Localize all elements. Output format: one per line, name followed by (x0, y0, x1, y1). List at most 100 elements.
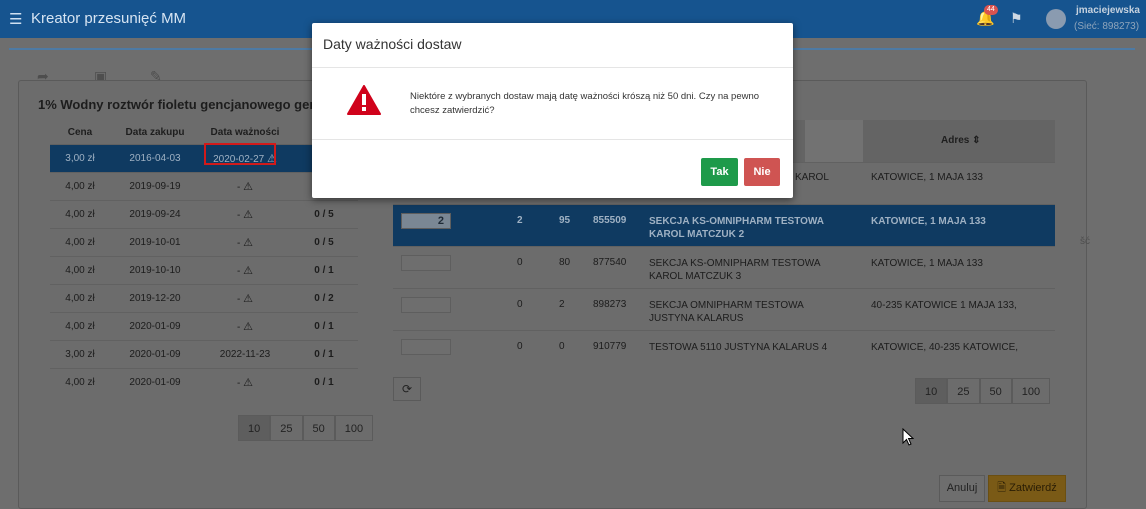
network-id: (Sieć: 898273) (1074, 21, 1140, 32)
cell-purchase-date: 2019-10-10 (129, 265, 181, 276)
column-header-purchase-date[interactable]: Data zakupu (110, 127, 200, 138)
divider (312, 67, 793, 68)
hamburger-menu-icon[interactable]: ☰ (9, 10, 22, 28)
cell-value: 0 (559, 341, 565, 352)
highlight-box (204, 143, 276, 165)
warning-triangle-icon: ⚠ (243, 321, 253, 333)
cell-price: 4,00 zł (65, 265, 95, 276)
cell-price: 4,00 zł (65, 237, 95, 248)
right-pagination: 10 25 50 100 (915, 378, 1051, 404)
cell-purchase-date: 2020-01-09 (129, 377, 181, 388)
hidden-button-label: šć (1080, 236, 1090, 247)
cell-price: 4,00 zł (65, 321, 95, 332)
cell-address: 40-235 KATOWICE 1 MAJA 133, (871, 300, 1017, 311)
column-header-address[interactable]: Adres ⇕ (941, 135, 981, 146)
page-size-25[interactable]: 25 (270, 415, 303, 441)
cell-value: 0 (517, 299, 523, 310)
divider (312, 139, 793, 140)
avatar[interactable] (1046, 9, 1066, 29)
cell-address: KATOWICE, 1 MAJA 133 (871, 258, 983, 269)
dialog-title: Daty ważności dostaw (323, 36, 462, 52)
cell-purchase-date: 2019-09-24 (129, 209, 181, 220)
cell-value: 0 (517, 341, 523, 352)
page-size-25[interactable]: 25 (947, 378, 980, 404)
flag-icon[interactable]: ⚑ (1010, 10, 1023, 27)
cell-value: 0 (517, 257, 523, 268)
cell-name: SEKCJA OMNIPHARM TESTOWA JUSTYNA KALARUS (649, 300, 804, 324)
quantity-input[interactable] (401, 339, 451, 355)
cell-expiry-date: 2020-02-27 ⚠ (200, 143, 290, 165)
page-size-100[interactable]: 100 (334, 415, 374, 441)
page-size-10[interactable]: 10 (238, 415, 271, 441)
warning-triangle-icon: ⚠ (243, 265, 253, 277)
table-row[interactable]: 4,00 zł 2020-01-09 - ⚠ 0 / 1 (50, 368, 358, 396)
table-row[interactable]: 0 80 877540 SEKCJA KS-OMNIPHARM TESTOWA KAR… (393, 246, 1055, 288)
cell-purchase-date: 2016-04-03 (129, 153, 181, 164)
username[interactable]: jmaciejewska (1076, 5, 1140, 16)
cell-quantity: 0 / 1 (314, 265, 334, 276)
quantity-input[interactable]: 2 (401, 213, 451, 229)
cell-expiry-date: - ⚠ (237, 237, 253, 249)
table-row[interactable]: 4,00 zł 2019-10-10 - ⚠ 0 / 1 (50, 256, 358, 284)
cell-purchase-date: 2020-01-09 (129, 349, 181, 360)
cell-purchase-date: 2020-01-09 (129, 321, 181, 332)
table-row[interactable]: 3,00 zł 2020-01-09 2022-11-23 0 / 1 (50, 340, 358, 368)
header-highlight (805, 120, 863, 162)
cell-quantity: 0 / 1 (314, 349, 334, 360)
warning-triangle-icon: ⚠ (243, 209, 253, 221)
table-row[interactable]: 4,00 zł 2019-12-20 - ⚠ 0 / 2 (50, 284, 358, 312)
refresh-icon: ⟳ (401, 382, 413, 396)
cell-code: 855509 (593, 215, 627, 226)
cell-expiry-date: - ⚠ (237, 181, 253, 193)
page-size-50[interactable]: 50 (979, 378, 1012, 404)
cell-value: 95 (559, 215, 571, 226)
table-row[interactable]: 4,00 zł 2019-09-24 - ⚠ 0 / 5 (50, 200, 358, 228)
no-button[interactable]: Nie (744, 158, 780, 186)
quantity-input[interactable] (401, 297, 451, 313)
warning-triangle-icon (347, 85, 381, 115)
column-header-price[interactable]: Cena (50, 127, 110, 138)
confirm-button[interactable]: 🗎 Zatwierdź (988, 475, 1066, 502)
cell-name: SEKCJA KS-OMNIPHARM TESTOWA KAROL MATCZU… (649, 258, 820, 282)
dialog-message: Niektóre z wybranych dostaw mają datę wa… (410, 91, 760, 116)
quantity-input[interactable] (401, 255, 451, 271)
cell-price: 4,00 zł (65, 181, 95, 192)
warning-triangle-icon: ⚠ (243, 293, 253, 305)
cell-address: KATOWICE, 40-235 KATOWICE, (871, 342, 1019, 353)
warning-triangle-icon: ⚠ (243, 181, 253, 193)
expiry-dates-dialog: Daty ważności dostaw Niektóre z wybranyc… (312, 23, 793, 198)
column-header-expiry-date[interactable]: Data ważności (200, 127, 290, 138)
refresh-button[interactable]: ⟳ (393, 377, 421, 401)
table-row[interactable]: 4,00 zł 2019-10-01 - ⚠ 0 / 5 (50, 228, 358, 256)
left-pagination: 10 25 50 100 (238, 415, 374, 441)
cell-value: 2 (559, 299, 565, 310)
cell-purchase-date: 2019-10-01 (129, 237, 181, 248)
table-row[interactable]: 0 2 898273 SEKCJA OMNIPHARM TESTOWA JUSTYNA… (393, 288, 1055, 330)
mouse-cursor-icon (902, 428, 914, 446)
yes-button[interactable]: Tak (701, 158, 738, 186)
cancel-button[interactable]: Anuluj (939, 475, 985, 502)
cell-code: 898273 (593, 299, 627, 310)
cell-quantity: 0 / 1 (314, 321, 334, 332)
warning-triangle-icon: ⚠ (243, 377, 253, 389)
table-row[interactable]: 0 0 910779 TESTOWA 5110 JUSTYNA KALARUS 4 KA… (393, 330, 1055, 372)
cell-quantity: 0 / 2 (314, 293, 334, 304)
cell-code: 877540 (593, 257, 627, 268)
cell-price: 3,00 zł (65, 349, 95, 360)
cell-price: 4,00 zł (65, 293, 95, 304)
warning-triangle-icon: ⚠ (243, 237, 253, 249)
cell-expiry-date: - ⚠ (237, 265, 253, 277)
cell-expiry-date: - ⚠ (237, 377, 253, 389)
page-size-100[interactable]: 100 (1011, 378, 1051, 404)
cell-expiry-date: 2022-11-23 (219, 349, 271, 360)
cell-name: SEKCJA KS-OMNIPHARM TESTOWA KAROL MATCZU… (649, 216, 824, 240)
table-row[interactable]: 2 2 95 855509 SEKCJA KS-OMNIPHARM TESTOWA KA… (393, 204, 1055, 246)
cell-expiry-date: - ⚠ (237, 293, 253, 305)
cell-price: 3,00 zł (65, 153, 95, 164)
page-size-10[interactable]: 10 (915, 378, 948, 404)
table-row[interactable]: 4,00 zł 2020-01-09 - ⚠ 0 / 1 (50, 312, 358, 340)
app-title: Kreator przesunięć MM (31, 10, 187, 27)
page-size-50[interactable]: 50 (302, 415, 335, 441)
cell-value: 2 (517, 215, 523, 226)
sort-icon: ⇕ (972, 135, 981, 146)
